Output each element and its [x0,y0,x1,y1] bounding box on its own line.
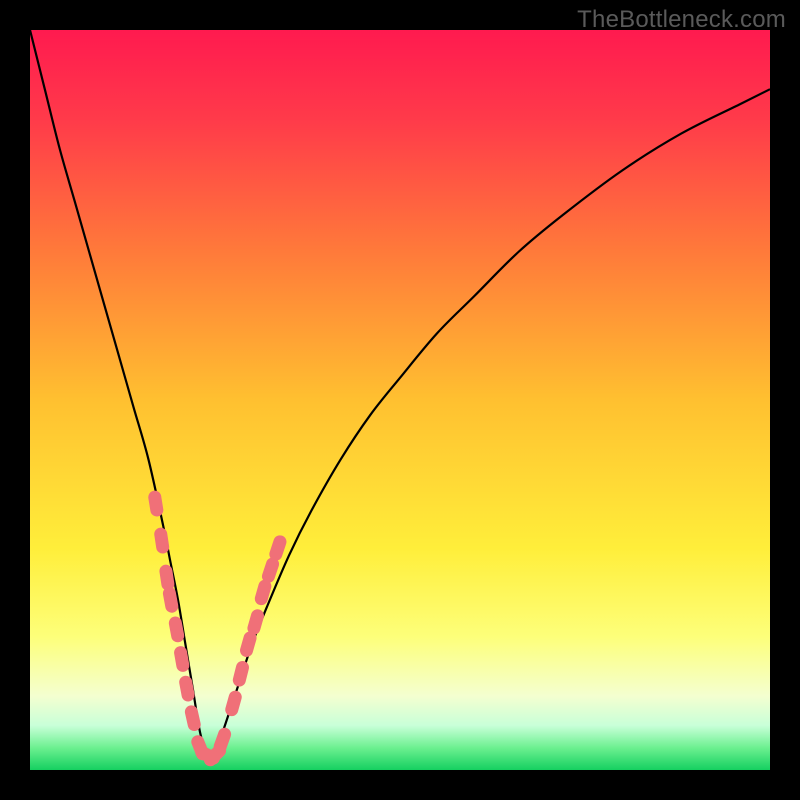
plot-area [30,30,770,770]
watermark-text: TheBottleneck.com [577,6,786,34]
chart-frame: TheBottleneck.com [0,0,800,800]
chart-svg [30,30,770,770]
plot-outer-border [30,30,770,770]
gradient-background [30,30,770,770]
